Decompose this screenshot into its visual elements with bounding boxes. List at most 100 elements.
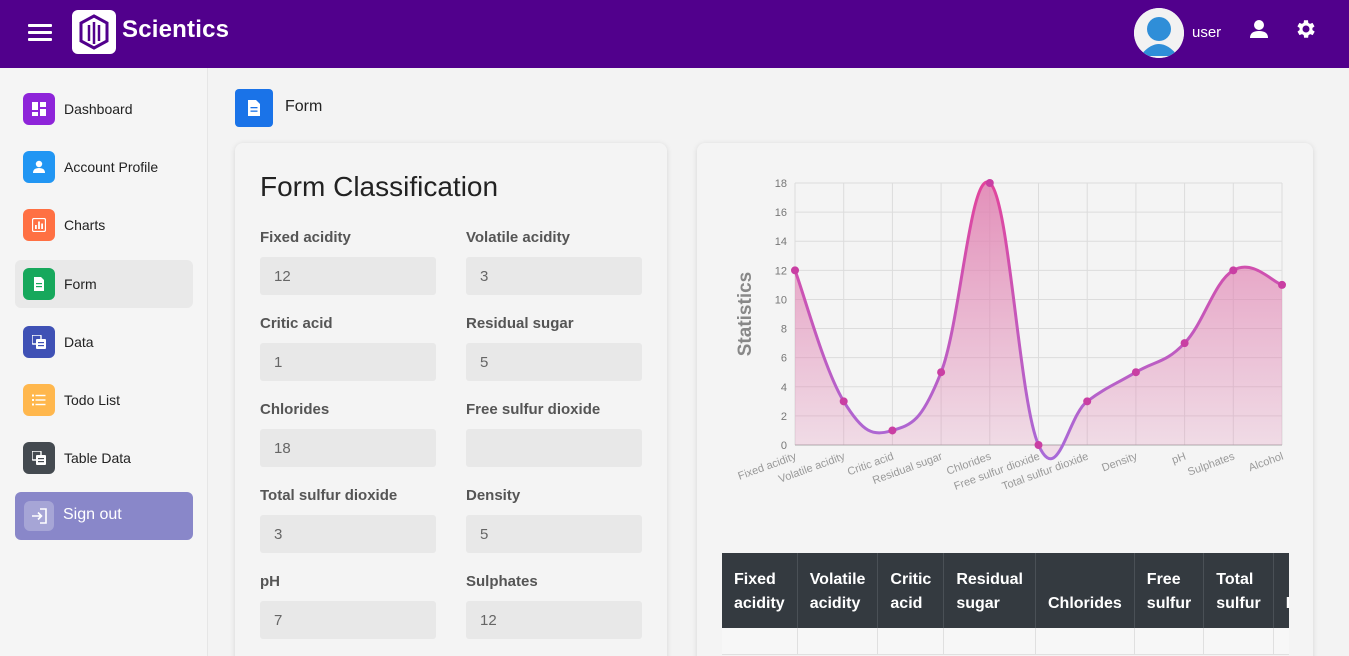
x-tick-label: Sulphates — [1186, 450, 1237, 478]
data-point — [1278, 280, 1286, 289]
y-tick-label: 12 — [775, 265, 787, 277]
sign-out-icon — [24, 501, 54, 531]
data-point — [1180, 339, 1189, 348]
sidebar-item-todo-list[interactable]: Todo List — [15, 376, 193, 424]
data-table: Fixed acidity Volatile acidity Critic acid Res… — [722, 553, 1289, 656]
x-tick-label: Alcohol — [1247, 451, 1285, 475]
table-header-row: Fixed acidity Volatile acidity Critic acid Res… — [722, 553, 1289, 628]
table-cell — [1035, 628, 1135, 655]
free-sulfur-dioxide-label: Free sulfur dioxide — [466, 401, 601, 418]
data-icon — [23, 326, 55, 358]
top-bar: Scientics user — [0, 0, 1349, 68]
data-point — [937, 368, 946, 377]
table-header-cell[interactable]: Chlorides — [1035, 553, 1135, 628]
table-header-cell[interactable]: D — [1273, 553, 1289, 628]
sidebar-item-data[interactable]: Data — [15, 318, 193, 366]
sidebar-item-label: Form — [64, 276, 97, 292]
y-tick-label: 0 — [781, 440, 787, 452]
sidebar-item-form[interactable]: Form — [15, 260, 193, 308]
sidebar-item-table-data[interactable]: Table Data — [15, 434, 193, 482]
critic-acid-label: Critic acid — [260, 315, 333, 332]
table-cell — [943, 628, 1036, 655]
total-sulfur-dioxide-label: Total sulfur dioxide — [260, 487, 398, 504]
sidebar-item-charts[interactable]: Charts — [15, 201, 193, 249]
y-tick-label: 8 — [781, 324, 787, 336]
data-point — [839, 397, 848, 406]
table-header-cell[interactable]: Critic acid — [877, 553, 945, 628]
menu-icon[interactable] — [28, 24, 52, 42]
sidebar-item-label: Account Profile — [64, 159, 159, 175]
form-page-icon — [235, 89, 273, 127]
data-point — [1229, 266, 1238, 275]
critic-acid-input[interactable] — [260, 343, 436, 381]
sulphates-label: Sulphates — [466, 573, 538, 590]
sidebar-item-account-profile[interactable]: Account Profile — [15, 143, 193, 191]
gear-icon[interactable] — [1294, 17, 1318, 41]
table-header-cell[interactable]: Residual sugar — [943, 553, 1036, 628]
list-icon — [23, 384, 55, 416]
table-cell — [877, 628, 945, 655]
sign-out-label: Sign out — [63, 506, 122, 523]
app-name: Scientics — [122, 16, 230, 43]
table-header-cell[interactable]: Free sulfur — [1134, 553, 1205, 628]
density-label: Density — [466, 487, 521, 504]
table-cell — [1203, 628, 1274, 655]
ph-input[interactable] — [260, 601, 436, 639]
y-tick-label: 2 — [781, 411, 787, 423]
data-point — [1083, 397, 1092, 406]
sidebar-item-dashboard[interactable]: Dashboard — [15, 85, 193, 133]
person-icon — [23, 151, 55, 183]
username[interactable]: user — [1192, 24, 1221, 41]
table-cell — [797, 628, 879, 655]
data-point — [1034, 441, 1043, 449]
avatar[interactable] — [1134, 8, 1184, 58]
table-cell — [1273, 628, 1289, 655]
form-card: Form Classification Fixed acidity Volati… — [235, 143, 667, 656]
sign-out-button[interactable]: Sign out — [15, 492, 193, 540]
fixed-acidity-input[interactable] — [260, 257, 436, 295]
residual-sugar-input[interactable] — [466, 343, 642, 381]
density-input[interactable] — [466, 515, 642, 553]
table-header-cell[interactable]: Volatile acidity — [797, 553, 879, 628]
table-cell — [722, 628, 798, 655]
sidebar: Dashboard Account Profile Charts Form Da… — [0, 68, 208, 656]
volatile-acidity-input[interactable] — [466, 257, 642, 295]
y-axis-title: Statistics — [735, 272, 756, 356]
y-tick-label: 16 — [775, 207, 787, 219]
page-title: Form — [285, 98, 323, 115]
table-cell — [1134, 628, 1205, 655]
table-icon — [23, 442, 55, 474]
sulphates-input[interactable] — [466, 601, 642, 639]
logo — [72, 10, 116, 54]
data-point — [791, 266, 799, 275]
y-tick-label: 18 — [775, 178, 787, 190]
chart-icon — [23, 209, 55, 241]
statistics-chart: 024681012141618Fixed acidityVolatile aci… — [735, 178, 1286, 493]
user-icon[interactable] — [1248, 19, 1270, 41]
data-point — [985, 179, 994, 187]
y-tick-label: 4 — [781, 382, 787, 394]
sidebar-item-label: Dashboard — [64, 101, 133, 117]
table-row — [722, 628, 1289, 655]
x-tick-label: pH — [1170, 451, 1187, 467]
dashboard-icon — [23, 93, 55, 125]
chlorides-input[interactable] — [260, 429, 436, 467]
y-tick-label: 6 — [781, 353, 787, 365]
total-sulfur-dioxide-input[interactable] — [260, 515, 436, 553]
ph-label: pH — [260, 573, 280, 590]
x-tick-label: Density — [1100, 450, 1139, 474]
chart-card: 0 2 4 6 8 10 12 14 16 18 Fixed acidity Volatile aci… — [697, 143, 1313, 656]
sidebar-item-label: Table Data — [64, 450, 131, 466]
document-icon — [23, 268, 55, 300]
sidebar-item-label: Data — [64, 334, 94, 350]
data-point — [1131, 368, 1140, 377]
sidebar-item-label: Charts — [64, 217, 106, 233]
table-header-cell[interactable]: Fixed acidity — [722, 553, 798, 628]
sidebar-item-label: Todo List — [64, 392, 121, 408]
residual-sugar-label: Residual sugar — [466, 315, 574, 332]
volatile-acidity-label: Volatile acidity — [466, 229, 570, 246]
form-title: Form Classification — [260, 171, 499, 202]
free-sulfur-dioxide-input[interactable] — [466, 429, 642, 467]
chlorides-label: Chlorides — [260, 401, 330, 418]
table-header-cell[interactable]: Total sulfur — [1203, 553, 1274, 628]
